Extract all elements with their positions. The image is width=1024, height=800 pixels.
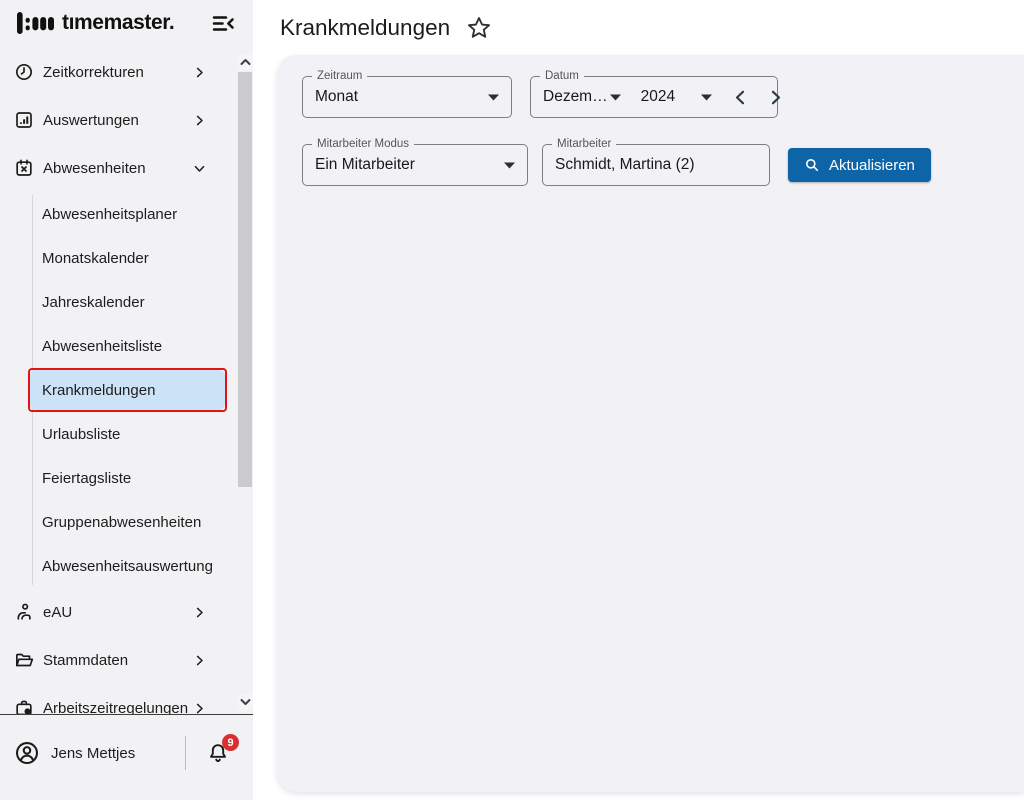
sidebar-item-abwesenheiten[interactable]: Abwesenheiten: [0, 144, 253, 192]
mitarbeiter-modus-select[interactable]: Mitarbeiter Modus Ein Mitarbeiter: [302, 144, 528, 186]
chevron-right-icon: [192, 653, 207, 668]
sidebar-item-label: Krankmeldungen: [42, 382, 155, 399]
calendar-x-icon: [14, 158, 34, 178]
notification-count-badge: 9: [222, 734, 239, 751]
sidebar-collapse-icon[interactable]: [212, 14, 235, 33]
clock-icon: [14, 62, 34, 82]
sidebar-item-gruppenabwesenheiten[interactable]: Gruppenabwesenheiten: [0, 500, 253, 544]
sidebar-item-label: Abwesenheitsauswertung: [42, 558, 213, 575]
content-panel: Zeitraum Monat Datum Dezem… 2024: [277, 55, 1024, 792]
sidebar-bottom-section: Jens Mettjes 9: [0, 714, 253, 800]
folder-open-icon: [14, 650, 34, 670]
sidebar: tımemaster. Zeitkorrekturen: [0, 0, 253, 800]
chevron-right-icon: [192, 65, 207, 80]
eau-person-icon: [14, 602, 34, 622]
user-account-row[interactable]: Jens Mettjes 9: [0, 728, 253, 778]
datum-month-value: Dezem…: [543, 88, 608, 106]
sidebar-item-label: Arbeitszeitregelungen: [43, 700, 192, 715]
mitarbeiter-label: Mitarbeiter: [552, 137, 616, 151]
sidebar-item-zeitkorrekturen[interactable]: Zeitkorrekturen: [0, 48, 253, 96]
scroll-up-icon[interactable]: [237, 54, 253, 70]
sidebar-item-label: Zeitkorrekturen: [43, 64, 192, 81]
sidebar-item-abwesenheitsliste[interactable]: Abwesenheitsliste: [0, 324, 253, 368]
app-window: tımemaster. Zeitkorrekturen: [0, 0, 1024, 800]
filter-row-1: Zeitraum Monat Datum Dezem… 2024: [302, 76, 1024, 118]
sidebar-item-krankmeldungen[interactable]: Krankmeldungen: [0, 368, 253, 412]
caret-down-icon[interactable]: [701, 94, 712, 101]
sidebar-item-auswertungen[interactable]: Auswertungen: [0, 96, 253, 144]
datum-label: Datum: [540, 69, 584, 83]
zeitraum-select[interactable]: Zeitraum Monat: [302, 76, 512, 118]
main-header: Krankmeldungen: [253, 0, 1024, 55]
sidebar-nav: Zeitkorrekturen Auswertungen: [0, 46, 253, 714]
caret-down-icon[interactable]: [610, 94, 621, 101]
sidebar-item-label: eAU: [43, 604, 192, 621]
timemaster-logo-mark-icon: [17, 11, 54, 35]
sidebar-item-feiertagsliste[interactable]: Feiertagsliste: [0, 456, 253, 500]
search-icon: [804, 157, 820, 173]
aktualisieren-button[interactable]: Aktualisieren: [788, 148, 931, 182]
sidebar-item-arbeitszeitregelungen[interactable]: Arbeitszeitregelungen: [0, 684, 253, 714]
sidebar-scrollbar[interactable]: [237, 54, 253, 714]
caret-down-icon: [488, 94, 499, 101]
mitarbeiter-modus-value: Ein Mitarbeiter: [315, 156, 415, 174]
sidebar-item-monatskalender[interactable]: Monatskalender: [0, 236, 253, 280]
chevron-right-icon: [192, 605, 207, 620]
sidebar-item-stammdaten[interactable]: Stammdaten: [0, 636, 253, 684]
sidebar-item-label: Stammdaten: [43, 652, 192, 669]
zeitraum-label: Zeitraum: [312, 69, 367, 83]
brand-logo[interactable]: tımemaster.: [17, 11, 174, 35]
next-period-button[interactable]: [770, 90, 782, 105]
sidebar-item-label: Abwesenheitsliste: [42, 338, 162, 355]
sidebar-header: tımemaster.: [0, 0, 253, 46]
sidebar-item-label: Monatskalender: [42, 250, 149, 267]
sidebar-item-jahreskalender[interactable]: Jahreskalender: [0, 280, 253, 324]
sidebar-item-label: Gruppenabwesenheiten: [42, 514, 201, 531]
abwesenheiten-submenu: Abwesenheitsplaner Monatskalender Jahres…: [0, 192, 253, 588]
sidebar-item-abwesenheitsauswertung[interactable]: Abwesenheitsauswertung: [0, 544, 253, 588]
zeitraum-value: Monat: [315, 88, 358, 106]
user-name: Jens Mettjes: [51, 745, 135, 762]
datum-year-value: 2024: [641, 88, 675, 106]
favorite-star-icon[interactable]: [466, 15, 492, 41]
page-title: Krankmeldungen: [280, 15, 450, 41]
sidebar-item-label: Urlaubsliste: [42, 426, 120, 443]
chevron-right-icon: [192, 113, 207, 128]
mitarbeiter-input[interactable]: Mitarbeiter Schmidt, Martina (2): [542, 144, 770, 186]
chevron-right-icon: [192, 701, 207, 715]
sidebar-item-label: Feiertagsliste: [42, 470, 131, 487]
notifications-button[interactable]: 9: [206, 740, 230, 766]
main-area: Krankmeldungen Zeitraum Monat Dat: [253, 0, 1024, 800]
brand-logo-text: tımemaster.: [62, 11, 174, 35]
bar-chart-icon: [14, 110, 34, 130]
aktualisieren-button-label: Aktualisieren: [829, 157, 915, 174]
previous-period-button[interactable]: [734, 90, 746, 105]
chevron-down-icon: [192, 161, 207, 176]
filter-row-2: Mitarbeiter Modus Ein Mitarbeiter Mitarb…: [302, 144, 1024, 186]
sidebar-item-label: Auswertungen: [43, 112, 192, 129]
sidebar-item-label: Jahreskalender: [42, 294, 145, 311]
scroll-down-icon[interactable]: [237, 694, 253, 710]
briefcase-clock-icon: [14, 698, 34, 714]
sidebar-item-urlaubsliste[interactable]: Urlaubsliste: [0, 412, 253, 456]
avatar-icon: [14, 740, 40, 766]
divider: [185, 736, 186, 770]
sidebar-item-abwesenheitsplaner[interactable]: Abwesenheitsplaner: [0, 192, 253, 236]
mitarbeiter-value: Schmidt, Martina (2): [555, 156, 695, 174]
mitarbeiter-modus-label: Mitarbeiter Modus: [312, 137, 414, 151]
sidebar-item-label: Abwesenheiten: [43, 160, 192, 177]
caret-down-icon: [504, 162, 515, 169]
sidebar-item-label: Abwesenheitsplaner: [42, 206, 177, 223]
scrollbar-thumb[interactable]: [238, 72, 252, 487]
datum-field[interactable]: Datum Dezem… 2024: [530, 76, 778, 118]
logout-button[interactable]: Abmelden: [0, 790, 253, 800]
sidebar-item-eau[interactable]: eAU: [0, 588, 253, 636]
